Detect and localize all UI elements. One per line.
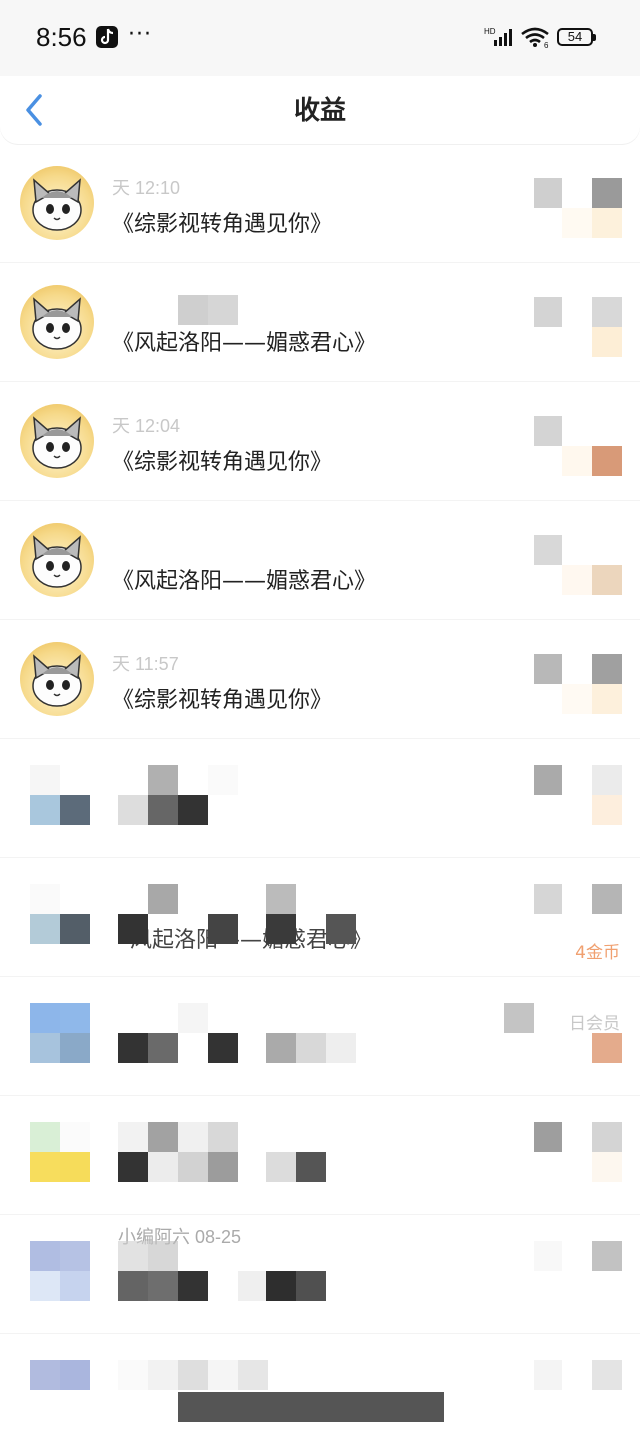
item-time: 天 11:57 xyxy=(112,654,179,674)
list-item-redacted[interactable] xyxy=(0,739,640,858)
list-item[interactable]: 天 11:57 《综影视转角遇见你》 xyxy=(0,620,640,739)
avatar xyxy=(30,765,90,825)
list-item-redacted[interactable]: 日会员 xyxy=(0,977,640,1096)
avatar xyxy=(20,285,94,359)
status-bar: 8:56 ··· HD 6 54 xyxy=(0,0,640,76)
battery-icon: 54 xyxy=(557,28,596,46)
earnings-list: 天 12:10 《综影视转角遇见你》 《风起洛阳——媚惑君心》 天 12:04 … xyxy=(0,144,640,1453)
clock: 8:56 xyxy=(36,22,87,52)
item-time: 天 12:04 xyxy=(112,416,181,436)
cat-avatar-icon xyxy=(32,654,82,707)
tiktok-icon xyxy=(96,26,118,48)
avatar xyxy=(30,1122,90,1182)
cat-avatar-icon xyxy=(32,178,82,231)
avatar xyxy=(20,523,94,597)
reward-label: 日会员 xyxy=(569,1014,620,1034)
list-item-redacted[interactable]: 小编阿六 08-25 xyxy=(0,1215,640,1334)
book-title: 《综影视转角遇见你》 xyxy=(112,688,333,713)
book-title: 《综影视转角遇见你》 xyxy=(112,212,333,237)
avatar xyxy=(30,1360,90,1420)
avatar xyxy=(20,642,94,716)
list-item[interactable]: 《风起洛阳——媚惑君心》 xyxy=(0,263,640,382)
book-title: 《风起洛阳——媚惑君心》 xyxy=(112,569,377,594)
list-item-redacted[interactable]: 风起洛阳——媚惑君心》 4金币 xyxy=(0,858,640,977)
home-indicator[interactable] xyxy=(178,1392,444,1422)
more-notifications-icon: ··· xyxy=(128,22,152,47)
list-item[interactable]: 《风起洛阳——媚惑君心》 xyxy=(0,501,640,620)
svg-text:6: 6 xyxy=(544,41,549,48)
wifi-icon: 6 xyxy=(520,26,552,52)
svg-text:HD: HD xyxy=(484,27,496,36)
cat-avatar-icon xyxy=(32,416,82,469)
cat-avatar-icon xyxy=(32,535,82,588)
avatar xyxy=(30,1241,90,1301)
cat-avatar-icon xyxy=(32,297,82,350)
avatar xyxy=(20,404,94,478)
book-title: 《风起洛阳——媚惑君心》 xyxy=(112,331,377,356)
page-title: 收益 xyxy=(293,96,346,126)
avatar xyxy=(20,166,94,240)
signal-icon: HD xyxy=(484,26,514,52)
book-title: 《综影视转角遇见你》 xyxy=(112,450,333,475)
list-item-redacted[interactable] xyxy=(0,1096,640,1215)
list-item[interactable]: 天 12:10 《综影视转角遇见你》 xyxy=(0,144,640,263)
reward-amount: 4金币 xyxy=(575,943,620,963)
page-header: 收益 xyxy=(0,76,640,144)
item-time: 天 12:10 xyxy=(112,178,181,198)
list-item[interactable]: 天 12:04 《综影视转角遇见你》 xyxy=(0,382,640,501)
avatar xyxy=(30,884,90,944)
avatar xyxy=(30,1003,90,1063)
